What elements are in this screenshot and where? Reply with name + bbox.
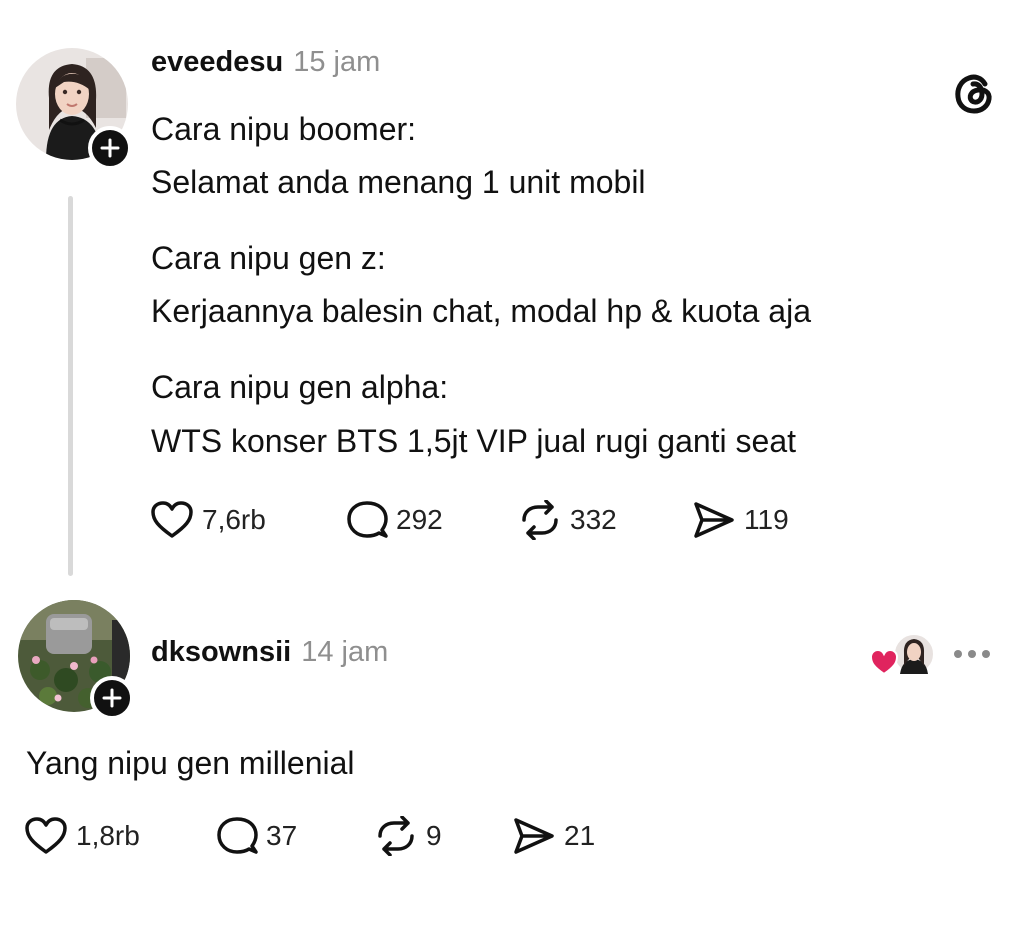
post-line-1: Cara nipu boomer: bbox=[151, 111, 417, 147]
post-line-6: WTS konser BTS 1,5jt VIP jual rugi ganti… bbox=[151, 423, 797, 459]
post-header: dksownsii 14 jam bbox=[151, 636, 388, 669]
post-line-1: Yang nipu gen millenial bbox=[26, 745, 355, 781]
post-actions: 1,8rb 37 9 21 bbox=[24, 816, 595, 856]
threads-logo-icon bbox=[951, 70, 997, 121]
plus-icon bbox=[102, 688, 122, 708]
share-count: 21 bbox=[564, 820, 596, 851]
thread-line bbox=[68, 196, 73, 576]
reply-button[interactable]: 37 bbox=[216, 816, 374, 856]
like-count: 1,8rb bbox=[76, 820, 140, 851]
share-button[interactable]: 21 bbox=[512, 816, 595, 856]
share-button[interactable]: 119 bbox=[692, 500, 789, 540]
like-count: 7,6rb bbox=[202, 504, 266, 535]
post-actions: 7,6rb 292 332 119 bbox=[150, 500, 789, 540]
repost-count: 9 bbox=[426, 820, 442, 851]
more-dots-icon[interactable] bbox=[954, 650, 990, 658]
liked-by-author bbox=[869, 632, 936, 680]
timestamp: 15 jam bbox=[293, 46, 381, 78]
repost-button[interactable]: 9 bbox=[374, 816, 512, 856]
post-header: eveedesu 15 jam bbox=[151, 46, 380, 79]
reply-button[interactable]: 292 bbox=[346, 500, 518, 540]
timestamp: 14 jam bbox=[301, 636, 389, 668]
follow-button[interactable] bbox=[88, 126, 132, 170]
like-button[interactable]: 1,8rb bbox=[24, 816, 216, 856]
username[interactable]: eveedesu bbox=[151, 46, 283, 79]
repost-count: 332 bbox=[570, 504, 617, 535]
post-line-5: Cara nipu gen alpha: bbox=[151, 369, 449, 405]
heart-icon bbox=[25, 817, 67, 854]
repost-arrows-icon bbox=[378, 816, 414, 856]
send-icon bbox=[514, 818, 554, 854]
username[interactable]: dksownsii bbox=[151, 636, 291, 669]
reply-count: 292 bbox=[396, 504, 443, 535]
post-line-3: Cara nipu gen z: bbox=[151, 240, 386, 276]
heart-icon bbox=[869, 648, 899, 676]
repost-button[interactable]: 332 bbox=[518, 500, 692, 540]
plus-icon bbox=[100, 138, 120, 158]
post-line-2: Selamat anda menang 1 unit mobil bbox=[151, 164, 646, 200]
heart-icon bbox=[151, 501, 193, 538]
repost-arrows-icon bbox=[522, 500, 558, 540]
share-count: 119 bbox=[744, 504, 789, 535]
like-button[interactable]: 7,6rb bbox=[150, 500, 346, 540]
follow-button[interactable] bbox=[90, 676, 134, 720]
send-icon bbox=[694, 502, 734, 538]
post-eveedesu: eveedesu 15 jam Cara nipu boomer: Selama… bbox=[0, 0, 1024, 590]
reply-count: 37 bbox=[266, 820, 298, 851]
post-line-4: Kerjaannya balesin chat, modal hp & kuot… bbox=[151, 293, 811, 329]
comment-bubble-icon bbox=[217, 817, 258, 854]
comment-bubble-icon bbox=[347, 501, 388, 538]
